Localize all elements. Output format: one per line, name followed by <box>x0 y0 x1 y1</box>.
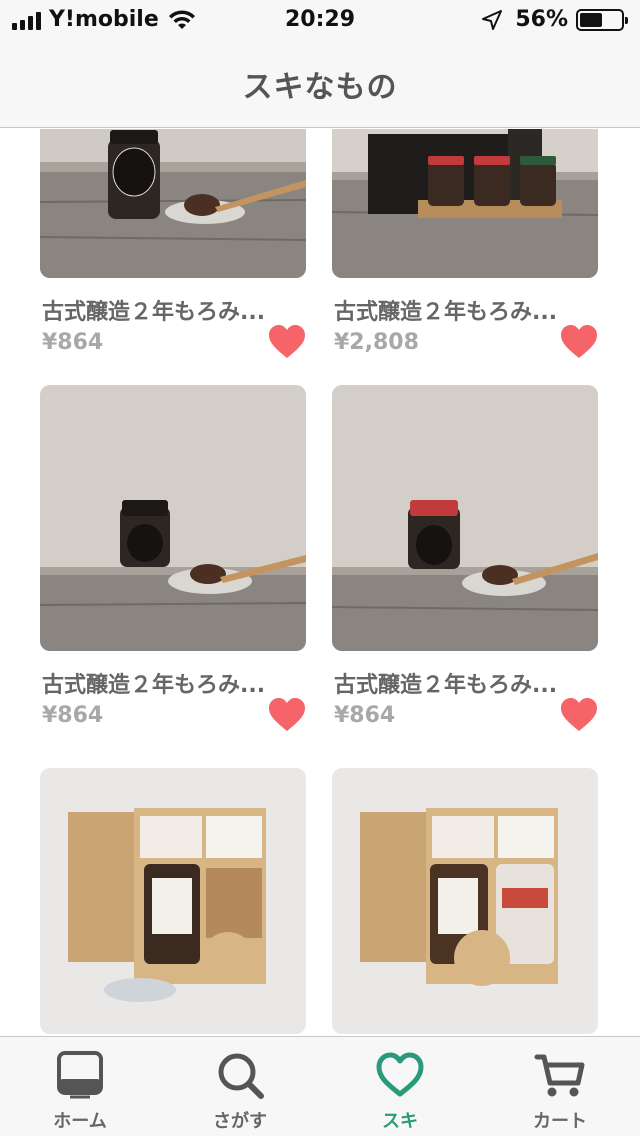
product-image[interactable] <box>40 385 306 651</box>
status-right: 56% <box>481 7 628 32</box>
favorites-grid[interactable]: 古式醸造２年もろみ... ¥864 古式醸造２年もろみ... ¥2,808 古式… <box>0 129 640 1036</box>
product-card[interactable]: 古式醸造２年もろみ... ¥864 <box>40 385 306 731</box>
home-icon <box>57 1051 103 1099</box>
tab-label: さがす <box>213 1111 267 1132</box>
tab-label: カート <box>533 1111 587 1132</box>
tab-search[interactable]: さがす <box>160 1037 320 1136</box>
search-icon <box>218 1053 264 1099</box>
battery-percent: 56% <box>515 7 568 32</box>
product-card[interactable]: 古式醸造２年もろみ... ¥2,808 <box>332 129 598 358</box>
location-arrow-icon <box>482 9 503 30</box>
nav-header: スキなもの <box>0 40 640 128</box>
favorite-heart-icon[interactable] <box>268 697 306 733</box>
tab-label: スキ <box>382 1111 418 1132</box>
product-image[interactable] <box>332 768 598 1034</box>
product-title[interactable]: 古式醸造２年もろみ... <box>42 667 304 699</box>
favorite-heart-icon[interactable] <box>560 324 598 360</box>
tab-label: ホーム <box>53 1111 107 1132</box>
product-price: ¥864 <box>42 703 104 728</box>
product-card[interactable]: 古式醸造２年もろみ... ¥864 <box>40 129 306 358</box>
status-bar: Y!mobile 20:29 56% <box>0 0 640 40</box>
product-title[interactable]: 古式醸造２年もろみ... <box>334 294 596 326</box>
tab-bar: ホーム さがす スキ カート <box>0 1036 640 1136</box>
product-image[interactable] <box>40 129 306 278</box>
favorite-heart-icon[interactable] <box>560 697 598 733</box>
product-image[interactable] <box>40 768 306 1034</box>
tab-home[interactable]: ホーム <box>0 1037 160 1136</box>
page-title: スキなもの <box>242 69 398 105</box>
product-card[interactable] <box>332 768 598 1034</box>
product-image[interactable] <box>332 129 598 278</box>
cart-icon <box>534 1054 585 1097</box>
battery-icon <box>576 8 628 31</box>
tab-favorites[interactable]: スキ <box>320 1037 480 1136</box>
product-image[interactable] <box>332 385 598 651</box>
product-title[interactable]: 古式醸造２年もろみ... <box>42 294 304 326</box>
product-price: ¥864 <box>42 330 104 355</box>
product-card[interactable] <box>40 768 306 1034</box>
favorite-heart-icon[interactable] <box>268 324 306 360</box>
product-title[interactable]: 古式醸造２年もろみ... <box>334 667 596 699</box>
product-price: ¥2,808 <box>334 330 419 355</box>
product-price: ¥864 <box>334 703 396 728</box>
tab-cart[interactable]: カート <box>480 1037 640 1136</box>
product-card[interactable]: 古式醸造２年もろみ... ¥864 <box>332 385 598 731</box>
heart-icon <box>376 1052 424 1097</box>
